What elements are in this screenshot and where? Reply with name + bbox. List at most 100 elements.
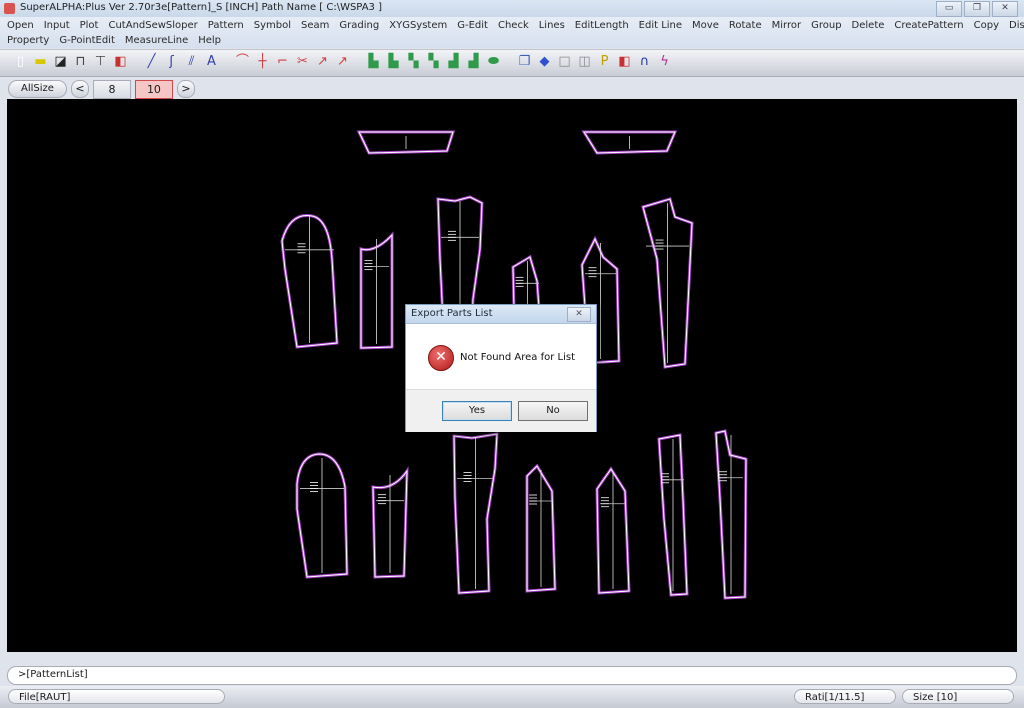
grading-lines-icon[interactable]: ϟ (656, 53, 673, 70)
menu-lines[interactable]: Lines (534, 19, 570, 33)
perpendicular-tool-icon[interactable]: ┼ (254, 53, 271, 70)
app-icon (4, 3, 15, 14)
corner-tool-icon[interactable]: ⌐ (274, 53, 291, 70)
status-ratio: Rati[1/11.5] (794, 689, 896, 704)
menu-row-1: Open Input Plot CutAndSewSloper Pattern Symbo… (2, 19, 1024, 33)
extend-arrow-2-icon[interactable]: ↗ (334, 53, 351, 70)
seam-line-icon[interactable]: ∩ (636, 53, 653, 70)
arc-tool-icon[interactable]: ⌒ (234, 53, 251, 70)
layer-window-icon[interactable]: ❐ (516, 53, 533, 70)
menu-editlength[interactable]: EditLength (570, 19, 634, 33)
status-file: File[RAUT] (8, 689, 225, 704)
piece-tool-4-icon[interactable]: ▚ (425, 53, 442, 70)
command-line[interactable]: >[PatternList] (7, 666, 1017, 685)
piece-tool-2-icon[interactable]: ▙ (385, 53, 402, 70)
menu-check[interactable]: Check (493, 19, 534, 33)
prev-size-button[interactable]: < (70, 80, 89, 98)
size-10-button[interactable]: 10 (134, 79, 173, 99)
all-size-button[interactable]: AllSize (8, 80, 67, 98)
error-icon: ✕ (428, 345, 454, 371)
export-parts-list-dialog: Export Parts List ✕ ✕ Not Found Area for… (405, 304, 597, 432)
menu-copy[interactable]: Copy (969, 19, 1004, 33)
dialog-footer: Yes No (406, 389, 596, 432)
size-selector: AllSize < 8 10 > (8, 79, 195, 99)
double-sheet-icon[interactable]: ◫ (576, 53, 593, 70)
menu-g-edit[interactable]: G-Edit (452, 19, 493, 33)
pattern-piece-waistband-right[interactable] (581, 130, 678, 155)
pattern-piece-front-panel-size-8[interactable] (641, 197, 694, 369)
pattern-piece-front-yoke-size-10[interactable] (657, 433, 689, 597)
menu-edit-line[interactable]: Edit Line (634, 19, 687, 33)
dialog-message: Not Found Area for List (460, 352, 576, 363)
eraser-icon[interactable]: ⬬ (485, 53, 502, 70)
restore-button[interactable]: ❐ (964, 1, 990, 17)
pattern-piece-sleeve-top-size-8[interactable] (280, 214, 339, 349)
pattern-tag-icon[interactable]: ◧ (616, 53, 633, 70)
dialog-title-bar: Export Parts List ✕ (406, 305, 596, 324)
piece-tool-1-icon[interactable]: ▙ (365, 53, 382, 70)
minimize-button[interactable]: ▭ (936, 1, 962, 17)
menu-seam[interactable]: Seam (296, 19, 334, 33)
dialog-close-button[interactable]: ✕ (567, 307, 591, 322)
pattern-piece-side-panel-size-10[interactable] (525, 463, 557, 593)
menu-property[interactable]: Property (2, 34, 54, 48)
menu-rotate[interactable]: Rotate (724, 19, 767, 33)
line-tool-icon[interactable]: ╱ (143, 53, 160, 70)
menu-move[interactable]: Move (687, 19, 724, 33)
dialog-body: ✕ Not Found Area for List (406, 324, 596, 389)
pattern-piece-waistband-left[interactable] (356, 130, 456, 155)
menu-input[interactable]: Input (39, 19, 75, 33)
scissors-cut-icon[interactable]: ✂ (294, 53, 311, 70)
window-title: SuperALPHA:Plus Ver 2.70r3e[Pattern]_S [… (20, 2, 382, 13)
pattern-piece-side-front-size-10[interactable] (595, 466, 631, 595)
menu-g-pointedit[interactable]: G-PointEdit (54, 34, 120, 48)
pattern-piece-back-panel-size-10[interactable] (452, 432, 499, 595)
open-folder-icon[interactable]: ▬ (32, 53, 49, 70)
pattern-piece-sleeve-top-size-10[interactable] (295, 452, 349, 579)
menu-measureline[interactable]: MeasureLine (120, 34, 193, 48)
next-size-button[interactable]: > (176, 80, 195, 98)
status-bar: File[RAUT] Rati[1/11.5] Size [10] (0, 686, 1024, 708)
menu-row-2: Property G-PointEdit MeasureLine Help (2, 34, 226, 48)
menu-plot[interactable]: Plot (75, 19, 104, 33)
parallel-line-icon[interactable]: ⫽ (183, 53, 200, 70)
menu-open[interactable]: Open (2, 19, 39, 33)
curve-tool-icon[interactable]: ʃ (163, 53, 180, 70)
no-button[interactable]: No (518, 401, 588, 421)
menu-xygsystem[interactable]: XYGSystem (384, 19, 452, 33)
menu-help[interactable]: Help (193, 34, 226, 48)
dialog-title: Export Parts List (411, 308, 493, 319)
extend-arrow-icon[interactable]: ↗ (314, 53, 331, 70)
yes-button[interactable]: Yes (442, 401, 512, 421)
menu-pattern[interactable]: Pattern (203, 19, 249, 33)
toolbar: ▯ ▬ ◪ ⊓ ⊤ ◧ ╱ ʃ ⫽ A ⌒ ┼ ⌐ ✂ ↗ ↗ ▙ ▙ ▚ ▚ ▟ ▟ ⬬ ❐ ◆ □ ◫ P ◧ ∩ ϟ (0, 49, 1024, 77)
menu-bar: Open Input Plot CutAndSewSloper Pattern Symbo… (0, 17, 1024, 48)
menu-display[interactable]: Display (1004, 19, 1024, 33)
menu-mirror[interactable]: Mirror (767, 19, 806, 33)
pattern-piece-undersleeve-size-10[interactable] (371, 466, 409, 579)
title-bar: SuperALPHA:Plus Ver 2.70r3e[Pattern]_S [… (0, 0, 1024, 18)
layer-stack-icon[interactable]: ◆ (536, 53, 553, 70)
blank-sheet-icon[interactable]: □ (556, 53, 573, 70)
pattern-page-icon[interactable]: ◧ (112, 53, 129, 70)
size-8-button[interactable]: 8 (92, 79, 131, 99)
pattern-piece-front-panel-size-10[interactable] (714, 429, 748, 600)
new-file-icon[interactable]: ▯ (12, 53, 29, 70)
plotter-icon[interactable]: ⊓ (72, 53, 89, 70)
text-tool-icon[interactable]: A (203, 53, 220, 70)
digitizer-icon[interactable]: ⊤ (92, 53, 109, 70)
piece-tool-5-icon[interactable]: ▟ (445, 53, 462, 70)
menu-cutandsewsloper[interactable]: CutAndSewSloper (103, 19, 202, 33)
command-line-text: >[PatternList] (18, 669, 88, 680)
piece-tool-3-icon[interactable]: ▚ (405, 53, 422, 70)
pac-icon[interactable]: P (596, 53, 613, 70)
close-button[interactable]: ✕ (992, 1, 1018, 17)
piece-tool-6-icon[interactable]: ▟ (465, 53, 482, 70)
menu-delete[interactable]: Delete (847, 19, 890, 33)
menu-symbol[interactable]: Symbol (249, 19, 296, 33)
menu-group[interactable]: Group (806, 19, 846, 33)
save-disk-icon[interactable]: ◪ (52, 53, 69, 70)
menu-createpattern[interactable]: CreatePattern (889, 19, 968, 33)
menu-grading[interactable]: Grading (334, 19, 384, 33)
pattern-piece-undersleeve-size-8[interactable] (359, 231, 394, 350)
